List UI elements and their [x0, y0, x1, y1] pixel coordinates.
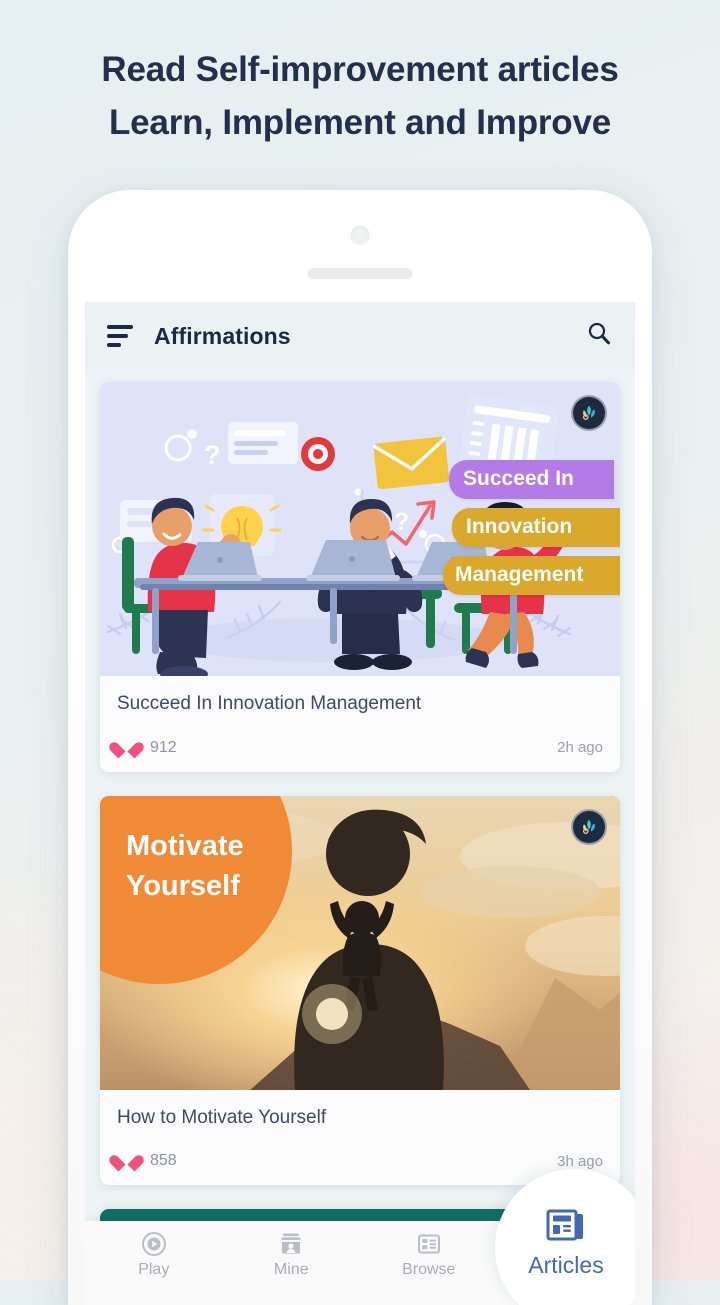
timestamp: 3h ago	[557, 1152, 603, 1170]
archive-person-icon	[281, 1233, 301, 1254]
earpiece-speaker	[307, 268, 413, 279]
card-body: Succeed In Innovation Management 912 2h …	[100, 676, 620, 772]
card-media: Motivate Yourself	[100, 795, 620, 1090]
blob-line-1: Motivate	[126, 829, 244, 862]
page-title: Affirmations	[154, 322, 291, 349]
card-title: How to Motivate Yourself	[117, 1106, 327, 1128]
card-badge-stack: Succeed In Innovation Management	[443, 460, 620, 604]
like-group[interactable]: 912	[117, 738, 177, 758]
card-body: How to Motivate Yourself 858 3h ago	[100, 1090, 620, 1186]
blob-line-2: Yourself	[126, 869, 240, 902]
article-feed[interactable]: ? ? Succeed In Innovation Management Suc…	[85, 370, 635, 1305]
card-meta: 858 3h ago	[117, 1151, 603, 1171]
front-camera-icon	[350, 226, 370, 245]
card-media: ? ? Succeed In Innovation Management	[100, 382, 620, 676]
like-count: 912	[150, 738, 177, 756]
nav-label: Mine	[273, 1261, 309, 1278]
nav-item-browse[interactable]: Browse	[360, 1221, 498, 1279]
blob-text: Motivate Yourself	[126, 826, 244, 906]
card-meta: 912 2h ago	[117, 738, 603, 758]
card-badge: Innovation	[452, 508, 620, 547]
articles-newspaper-icon	[546, 1209, 583, 1241]
timestamp: 2h ago	[557, 739, 603, 757]
card-badge: Succeed In	[449, 460, 614, 499]
app-screen: Affirmations ? ? Succeed In Innovation M…	[85, 302, 635, 1305]
app-logo-icon	[571, 395, 607, 431]
headline-line-1: Read Self-improvement articles	[101, 50, 619, 89]
search-icon[interactable]	[585, 320, 613, 353]
article-card[interactable]: Motivate Yourself How to Motivate Yourse…	[100, 795, 620, 1186]
app-bar: Affirmations	[85, 302, 635, 370]
app-logo-icon	[571, 808, 607, 845]
nav-item-mine[interactable]: Mine	[223, 1221, 361, 1279]
phone-mockup: Affirmations ? ? Succeed In Innovation M…	[68, 190, 652, 1305]
nav-item-play[interactable]: Play	[85, 1221, 223, 1279]
heart-icon[interactable]	[117, 738, 137, 758]
page-headline: Read Self-improvement articles Learn, Im…	[0, 44, 720, 149]
nav-label: Play	[138, 1261, 170, 1278]
list-grid-icon	[417, 1234, 440, 1254]
nav-label: Articles	[528, 1252, 604, 1278]
card-title: Succeed In Innovation Management	[117, 693, 422, 714]
nav-label: Browse	[402, 1261, 456, 1278]
play-circle-icon	[141, 1232, 166, 1256]
headline-line-2: Learn, Implement and Improve	[108, 102, 612, 142]
article-card[interactable]: ? ? Succeed In Innovation Management Suc…	[100, 382, 620, 772]
hamburger-menu-icon[interactable]	[107, 325, 133, 347]
like-group[interactable]: 858	[117, 1151, 177, 1171]
svg-text:?: ?	[394, 508, 409, 536]
card-badge: Management	[443, 556, 620, 595]
svg-text:?: ?	[204, 440, 221, 470]
heart-icon[interactable]	[117, 1151, 137, 1171]
like-count: 858	[150, 1152, 177, 1170]
